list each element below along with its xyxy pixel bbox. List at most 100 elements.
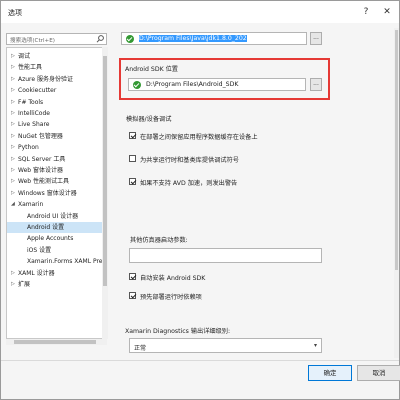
- expand-arrow-icon[interactable]: ▷: [11, 279, 15, 290]
- expand-arrow-icon[interactable]: ▷: [11, 142, 15, 153]
- jdk-path-field[interactable]: D:\Program Files\Java\jdk1.8.0_202: [121, 32, 307, 45]
- expand-arrow-icon[interactable]: ▷: [11, 74, 15, 85]
- options-tree: ▷ 调试 ▷ 性能工具 ▷ Azure 服务身份验证 ▷ Cookiecutter ▷ F# To…: [6, 47, 107, 339]
- emulator-args-input[interactable]: [129, 248, 322, 263]
- tree-item-label: Xamarin.Forms XAML Previewe: [27, 258, 107, 266]
- tree-item[interactable]: Apple Accounts: [7, 233, 106, 244]
- expand-arrow-icon[interactable]: ▷: [11, 131, 15, 142]
- diagnostics-level-select[interactable]: 正常 ▾: [129, 338, 322, 353]
- expand-arrow-icon[interactable]: ▷: [11, 85, 15, 96]
- tree-item-label: Web 窗体设计器: [18, 167, 63, 174]
- close-button[interactable]: ✕: [380, 5, 394, 19]
- avd-warning-checkbox[interactable]: [129, 178, 136, 185]
- tree-item-label: Azure 服务身份验证: [18, 75, 73, 83]
- tree-item[interactable]: ▷ XAML 设计器: [7, 268, 106, 279]
- tree-item-label: SQL Server 工具: [18, 155, 66, 163]
- tree-hscroll-thumb[interactable]: [14, 340, 96, 344]
- auto-install-sdk-label: 自动安装 Android SDK: [140, 275, 206, 282]
- footer-divider: [1, 360, 399, 361]
- expand-arrow-icon[interactable]: ▷: [11, 62, 15, 73]
- tree-item-label: iOS 设置: [27, 246, 52, 254]
- title-bar: 选项 ? ✕: [1, 1, 399, 23]
- predeploy-runtime-checkbox[interactable]: [129, 292, 136, 299]
- expand-arrow-icon[interactable]: ▷: [11, 188, 15, 199]
- tree-item-label: Python: [18, 144, 39, 152]
- tree-item[interactable]: ▷ 扩展: [7, 279, 106, 290]
- tree-item[interactable]: Xamarin.Forms XAML Previewe: [7, 256, 106, 267]
- expand-arrow-icon[interactable]: ▷: [11, 268, 15, 279]
- tree-item-label: Android UI 设计器: [27, 212, 79, 220]
- jdk-valid-icon: [126, 35, 134, 43]
- avd-warning-label: 如果不支持 AVD 加速，则发出警告: [140, 180, 238, 187]
- tree-item[interactable]: ▷ SQL Server 工具: [7, 154, 106, 165]
- help-button[interactable]: ?: [359, 5, 373, 19]
- tree-item[interactable]: ▷ 调试: [7, 51, 106, 62]
- tree-item[interactable]: ▷ F# Tools: [7, 97, 106, 108]
- keep-app-data-checkbox[interactable]: [129, 132, 136, 139]
- debug-symbols-label: 为共享运行时和基类库提供调试符号: [140, 157, 239, 164]
- tree-item[interactable]: Android UI 设计器: [7, 211, 106, 222]
- settings-vertical-scrollbar[interactable]: [394, 28, 399, 358]
- tree-item[interactable]: ▷ Web 性能测试工具: [7, 176, 106, 187]
- predeploy-runtime-label: 预先部署运行时依赖项: [140, 294, 202, 301]
- expand-arrow-icon[interactable]: ▷: [11, 154, 15, 165]
- expand-arrow-icon[interactable]: ▷: [11, 108, 15, 119]
- tree-item-label: Android 设置: [27, 224, 65, 231]
- tree-vertical-scrollbar[interactable]: [102, 47, 108, 339]
- tree-item[interactable]: ▷ Web 窗体设计器: [7, 165, 106, 176]
- expand-arrow-icon[interactable]: ▷: [11, 119, 15, 130]
- tree-item[interactable]: ▷ IntelliCode: [7, 108, 106, 119]
- tree-item[interactable]: ▷ Cookiecutter: [7, 85, 106, 96]
- chevron-down-icon[interactable]: ▾: [314, 342, 317, 349]
- emulator-args-label: 其他仿真器启动参数:: [130, 237, 188, 244]
- tree-item[interactable]: ▷ 性能工具: [7, 62, 106, 73]
- tree-item-label: Live Share: [18, 121, 50, 129]
- tree-item-label: IntelliCode: [18, 110, 50, 117]
- android-sdk-path-text: D:\Program Files\Android_SDK: [146, 81, 239, 88]
- debug-symbols-checkbox[interactable]: [129, 155, 136, 162]
- android-sdk-valid-icon: [133, 81, 141, 89]
- tree-item[interactable]: ▷ Azure 服务身份验证: [7, 74, 106, 85]
- tree-item-label: 性能工具: [18, 64, 43, 72]
- options-dialog: 选项 ? ✕ 搜索选项(Ctrl+E) ▷ 调试 ▷ 性能工具 ▷ Azure 服务身份验…: [0, 0, 400, 400]
- cancel-button[interactable]: 取消: [357, 365, 400, 381]
- jdk-path-text: D:\Program Files\Java\jdk1.8.0_202: [139, 35, 247, 42]
- tree-item-label: 扩展: [18, 281, 31, 288]
- emulator-heading: 模拟器/设备调试: [126, 116, 172, 123]
- search-icon[interactable]: [95, 34, 105, 44]
- expanded-arrow-icon[interactable]: ◢: [11, 199, 15, 210]
- ok-button[interactable]: 确定: [308, 365, 352, 381]
- tree-item[interactable]: iOS 设置: [7, 245, 106, 256]
- tree-item[interactable]: ▷ NuGet 包管理器: [7, 131, 106, 142]
- tree-item-label: Xamarin: [18, 201, 44, 209]
- search-placeholder: 搜索选项(Ctrl+E): [10, 38, 55, 44]
- android-sdk-browse-button[interactable]: ...: [310, 78, 322, 91]
- tree-item-label: Windows 窗体设计器: [18, 189, 77, 197]
- jdk-browse-button[interactable]: ...: [310, 32, 322, 45]
- auto-install-sdk-checkbox[interactable]: [129, 273, 136, 280]
- diagnostics-level-value: 正常: [134, 345, 147, 352]
- tree-item-label: Cookiecutter: [18, 87, 57, 95]
- expand-arrow-icon[interactable]: ▷: [11, 51, 15, 62]
- tree-item[interactable]: ▷ Python: [7, 142, 106, 153]
- tree-item-label: Web 性能测试工具: [18, 178, 69, 186]
- tree-item[interactable]: ▷ Windows 窗体设计器: [7, 188, 106, 199]
- tree-item[interactable]: Android 设置: [7, 222, 106, 233]
- tree-horizontal-scrollbar[interactable]: [6, 339, 107, 345]
- expand-arrow-icon[interactable]: ▷: [11, 97, 15, 108]
- settings-scroll-thumb[interactable]: [395, 30, 398, 270]
- expand-arrow-icon[interactable]: ▷: [11, 176, 15, 187]
- tree-item-label: NuGet 包管理器: [18, 132, 63, 140]
- search-input[interactable]: 搜索选项(Ctrl+E): [6, 33, 107, 45]
- android-sdk-label: Android SDK 位置: [125, 66, 178, 73]
- expand-arrow-icon[interactable]: ▷: [11, 165, 15, 176]
- android-sdk-path-field[interactable]: D:\Program Files\Android_SDK: [128, 78, 306, 91]
- tree-item-label: 调试: [18, 53, 31, 60]
- tree-item-label: F# Tools: [18, 98, 44, 106]
- tree-scroll-thumb[interactable]: [103, 56, 107, 286]
- diagnostics-label: Xamarin Diagnostics 输出详细级别:: [125, 328, 231, 335]
- keep-app-data-label: 在部署之间保留应用程序数据缓存在设备上: [140, 134, 258, 141]
- tree-item[interactable]: ◢ Xamarin: [7, 199, 106, 210]
- tree-item[interactable]: ▷ Live Share: [7, 119, 106, 130]
- tree-item-label: Apple Accounts: [27, 235, 74, 243]
